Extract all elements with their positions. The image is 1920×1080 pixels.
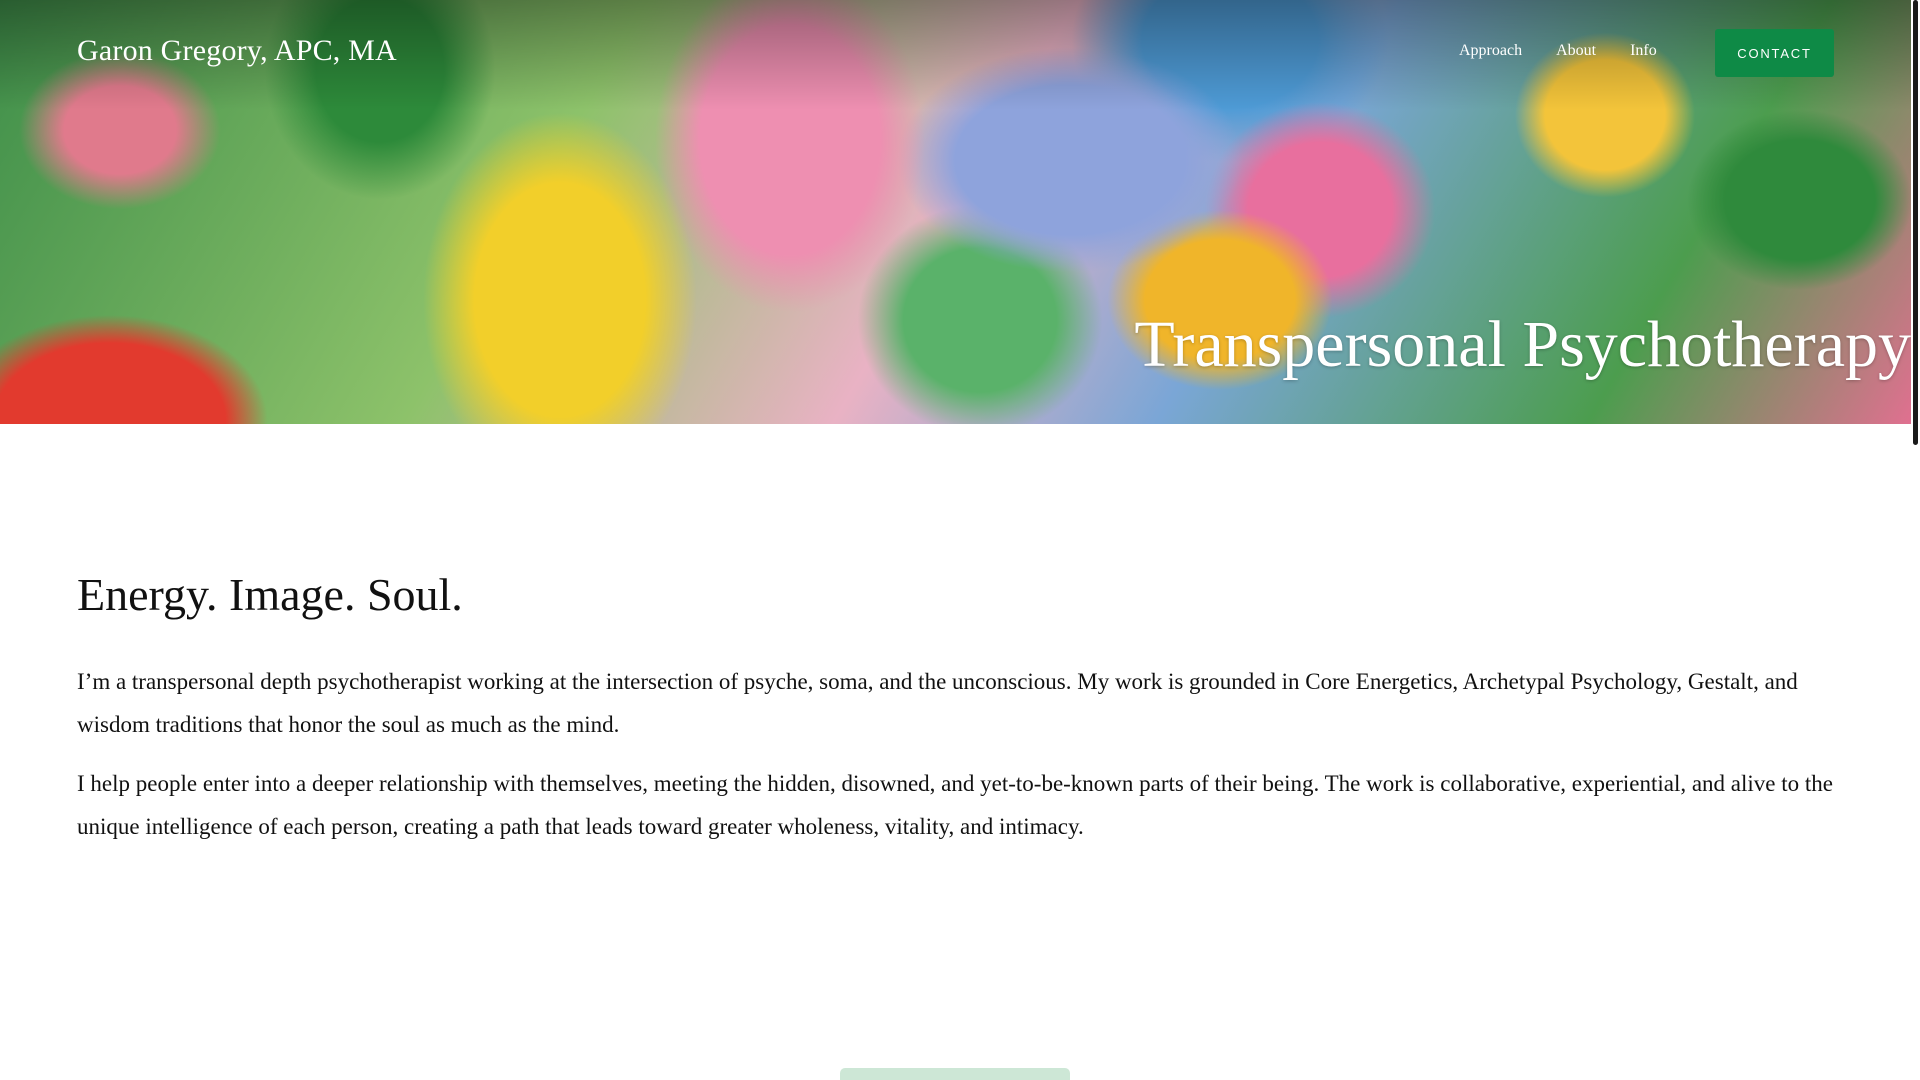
scrollbar[interactable] bbox=[1911, 0, 1920, 1080]
site-title[interactable]: Garon Gregory, APC, MA bbox=[77, 34, 397, 68]
hero-banner-painting: Garon Gregory, APC, MA Approach About In… bbox=[0, 0, 1911, 424]
scrollbar-thumb[interactable] bbox=[1913, 0, 1918, 445]
section-heading: Energy. Image. Soul. bbox=[77, 569, 463, 620]
intro-section: Energy. Image. Soul. I’m a transpersonal… bbox=[77, 569, 1837, 848]
nav-about[interactable]: About bbox=[1556, 42, 1596, 60]
hero-heading: Transpersonal Psychotherapy bbox=[1134, 308, 1911, 381]
nav-info[interactable]: Info bbox=[1630, 42, 1657, 60]
page: Garon Gregory, APC, MA Approach About In… bbox=[0, 0, 1920, 1080]
bottom-button-partial[interactable] bbox=[840, 1068, 1070, 1080]
contact-button[interactable]: CONTACT bbox=[1715, 29, 1834, 77]
nav-approach[interactable]: Approach bbox=[1459, 42, 1522, 60]
main-nav: Approach About Info bbox=[1459, 42, 1657, 60]
intro-paragraph-1: I’m a transpersonal depth psychotherapis… bbox=[77, 668, 1798, 737]
intro-paragraph-2: I help people enter into a deeper relati… bbox=[77, 770, 1833, 839]
